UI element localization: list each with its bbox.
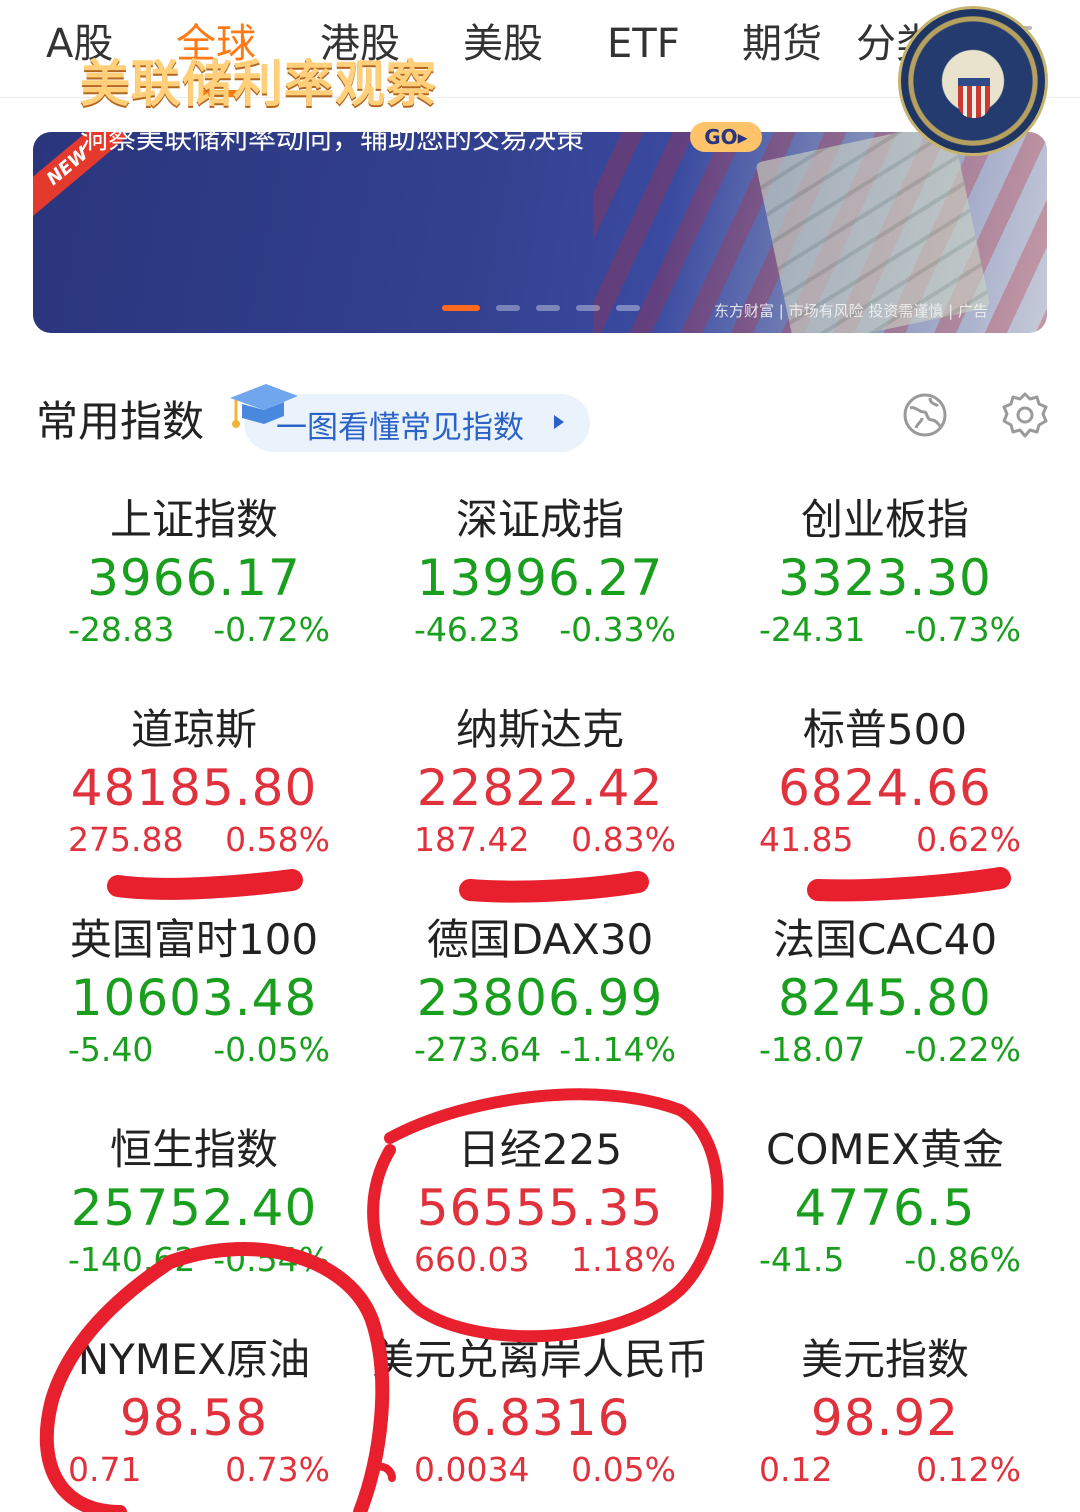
index-change: -46.23 (414, 610, 521, 649)
index-change-percent: -0.72% (213, 610, 330, 649)
index-change: -140.62 (68, 1240, 196, 1279)
section-title: 常用指数 (36, 397, 205, 446)
carousel-dot (496, 305, 520, 311)
index-value: 98.92 (810, 1389, 960, 1447)
index-value: 25752.40 (70, 1179, 318, 1237)
index-value: 3323.30 (778, 549, 992, 607)
globe-icon[interactable] (902, 392, 948, 438)
arrow-right-icon (554, 415, 564, 429)
index-change-percent: 0.12% (916, 1450, 1021, 1489)
index-change: 660.03 (414, 1240, 530, 1279)
eagle-shield-icon (958, 78, 990, 118)
index-change-percent: 1.18% (571, 1240, 676, 1279)
index-name: 标普500 (802, 705, 968, 754)
index-value: 13996.27 (416, 549, 664, 607)
carousel-dot-active (442, 305, 480, 311)
index-card[interactable]: 深证成指 13996.27 -46.23 -0.33% (370, 494, 710, 694)
index-change-percent: -0.73% (904, 610, 1021, 649)
index-card[interactable]: 日经225 56555.35 660.03 1.18% (370, 1124, 710, 1324)
index-card[interactable]: 美元兑离岸人民币 6.8316 0.0034 0.05% (370, 1334, 710, 1512)
carousel-dot (576, 305, 600, 311)
index-value: 22822.42 (416, 759, 664, 817)
index-card[interactable]: 德国DAX30 23806.99 -273.64 -1.14% (370, 914, 710, 1114)
index-name: 英国富时100 (69, 915, 319, 964)
index-change-percent: -1.14% (559, 1030, 676, 1069)
index-name: COMEX黄金 (766, 1125, 1004, 1174)
carousel-dot (536, 305, 560, 311)
index-card[interactable]: 标普500 6824.66 41.85 0.62% (715, 704, 1055, 904)
index-name: 法国CAC40 (772, 915, 998, 964)
ad-disclaimer: 东方财富 | 市场有风险 投资需谨慎 | 广告 (714, 302, 988, 320)
index-change-percent: 0.05% (571, 1450, 676, 1489)
index-value: 56555.35 (416, 1179, 664, 1237)
index-name: 纳斯达克 (455, 705, 624, 754)
index-value: 6824.66 (778, 759, 992, 817)
index-card[interactable]: 道琼斯 48185.80 275.88 0.58% (24, 704, 364, 904)
index-change: -28.83 (68, 610, 175, 649)
banner-title: 美联储利率观察 (80, 55, 437, 113)
index-card[interactable]: 美元指数 98.92 0.12 0.12% (715, 1334, 1055, 1512)
index-change: 275.88 (68, 820, 184, 859)
index-value: 4776.5 (794, 1179, 976, 1237)
index-value: 6.8316 (449, 1389, 631, 1447)
index-name: 德国DAX30 (426, 915, 654, 964)
index-value: 98.58 (119, 1389, 269, 1447)
index-change: -41.5 (759, 1240, 845, 1279)
index-value: 3966.17 (87, 549, 301, 607)
index-change: 187.42 (414, 820, 530, 859)
tab-etf[interactable]: ETF (607, 14, 680, 74)
index-name: 日经225 (457, 1125, 623, 1174)
index-name: 创业板指 (800, 495, 969, 544)
index-card[interactable]: 创业板指 3323.30 -24.31 -0.73% (715, 494, 1055, 694)
index-name: NYMEX原油 (77, 1335, 311, 1384)
banner-subtitle: 洞察美联储利率动向，辅助您的交易决策 (80, 122, 585, 155)
index-value: 48185.80 (70, 759, 318, 817)
tab-us-stocks[interactable]: 美股 (463, 14, 543, 74)
index-change-percent: -0.54% (213, 1240, 330, 1279)
index-card[interactable]: 纳斯达克 22822.42 187.42 0.83% (370, 704, 710, 904)
index-card[interactable]: 英国富时100 10603.48 -5.40 -0.05% (24, 914, 364, 1114)
index-name: 恒生指数 (109, 1125, 278, 1174)
index-change-percent: 0.83% (571, 820, 676, 859)
index-change: -273.64 (414, 1030, 542, 1069)
gear-icon[interactable] (1000, 390, 1050, 440)
index-change: -5.40 (68, 1030, 154, 1069)
index-card[interactable]: NYMEX原油 98.58 0.71 0.73% (24, 1334, 364, 1512)
index-name: 深证成指 (455, 495, 624, 544)
index-value: 8245.80 (778, 969, 992, 1027)
index-change-percent: 0.62% (916, 820, 1021, 859)
index-change: 0.71 (68, 1450, 142, 1489)
index-card[interactable]: COMEX黄金 4776.5 -41.5 -0.86% (715, 1124, 1055, 1324)
index-change-percent: 0.73% (225, 1450, 330, 1489)
index-change-percent: -0.22% (904, 1030, 1021, 1069)
index-value: 10603.48 (70, 969, 318, 1027)
index-change: 0.12 (759, 1450, 833, 1489)
index-change-percent: -0.86% (904, 1240, 1021, 1279)
index-card[interactable]: 恒生指数 25752.40 -140.62 -0.54% (24, 1124, 364, 1324)
index-change-percent: 0.58% (225, 820, 330, 859)
index-change: 41.85 (759, 820, 854, 859)
index-card[interactable]: 上证指数 3966.17 -28.83 -0.72% (24, 494, 364, 694)
index-card[interactable]: 法国CAC40 8245.80 -18.07 -0.22% (715, 914, 1055, 1114)
banner-go-button[interactable]: GO▸ (690, 122, 762, 152)
carousel-dot (616, 305, 640, 311)
index-value: 23806.99 (416, 969, 664, 1027)
index-change: -24.31 (759, 610, 866, 649)
tab-futures[interactable]: 期货 (742, 14, 822, 74)
index-change: -18.07 (759, 1030, 866, 1069)
index-change-percent: -0.05% (213, 1030, 330, 1069)
index-change: 0.0034 (414, 1450, 530, 1489)
index-name: 美元兑离岸人民币 (371, 1335, 708, 1384)
index-name: 上证指数 (109, 495, 278, 544)
index-name: 道琼斯 (130, 705, 257, 754)
index-name: 美元指数 (800, 1335, 969, 1384)
index-change-percent: -0.33% (559, 610, 676, 649)
index-guide-link-label[interactable]: 一图看懂常见指数 (276, 402, 524, 447)
